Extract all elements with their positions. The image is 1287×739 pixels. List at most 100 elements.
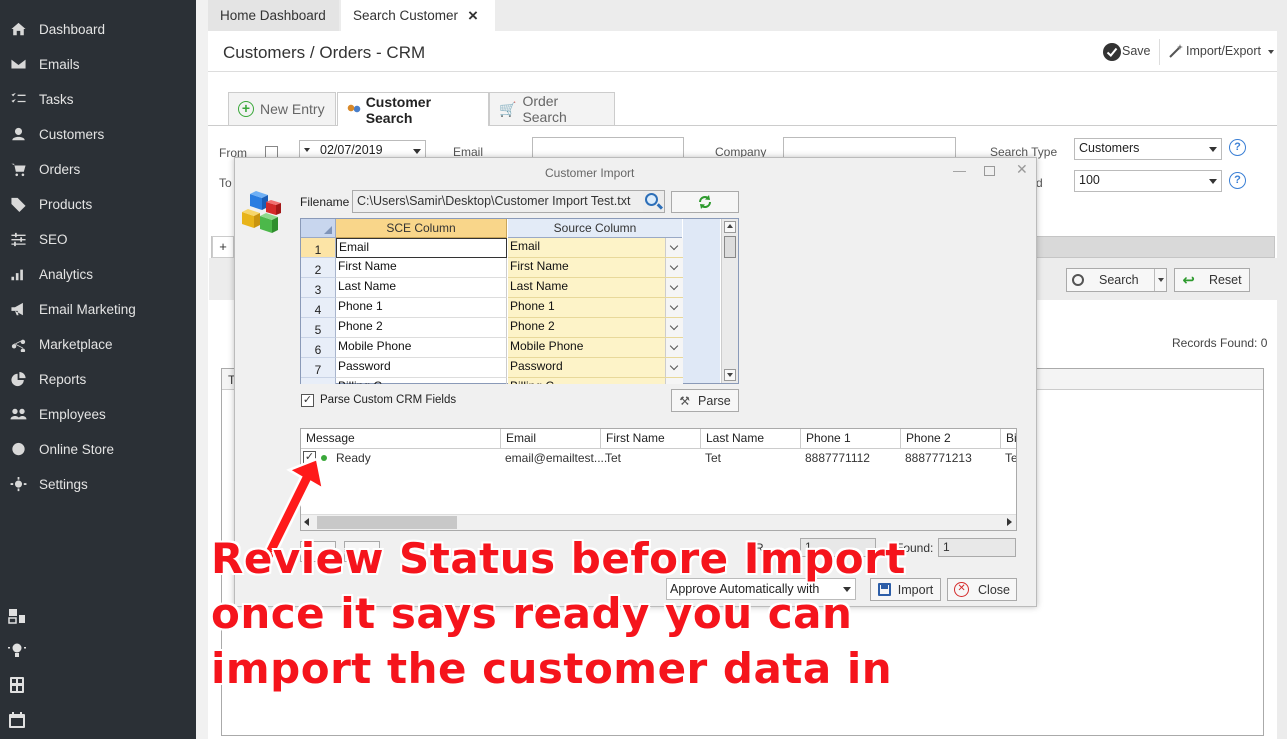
browse-search-icon[interactable] — [643, 191, 664, 212]
dialog-title: Customer Import — [545, 166, 635, 180]
chevron-down-icon[interactable] — [665, 258, 683, 277]
calculator-icon[interactable] — [8, 677, 26, 693]
source-cell[interactable]: Email — [508, 238, 683, 258]
tab-order-search[interactable]: 🛒 Order Search — [489, 92, 615, 125]
sce-cell[interactable]: Last Name — [336, 278, 507, 298]
sidebar-item-emails[interactable]: Emails — [0, 47, 196, 82]
layout-icon[interactable] — [8, 608, 26, 624]
gear-icon — [9, 477, 27, 493]
lightbulb-icon[interactable] — [8, 642, 26, 658]
sce-cell[interactable]: Email — [336, 238, 507, 258]
sidebar-item-settings[interactable]: Settings — [0, 467, 196, 502]
filename-field[interactable]: C:\Users\Samir\Desktop\Customer Import T… — [352, 190, 665, 213]
close-circle-icon: ✕ — [954, 582, 970, 597]
user-icon — [9, 127, 27, 143]
chevron-down-icon[interactable] — [665, 358, 683, 377]
sce-cell[interactable]: Password — [336, 358, 507, 378]
sidebar-item-online-store[interactable]: Online Store — [0, 432, 196, 467]
search-button[interactable]: Search — [1066, 268, 1167, 292]
chevron-down-icon[interactable] — [665, 278, 683, 297]
list-header-phone1: Phone 1 — [801, 429, 901, 448]
table-row[interactable]: 3 Last Name Last Name — [301, 278, 683, 298]
refresh-button[interactable] — [671, 191, 739, 213]
minimize-icon[interactable]: — — [953, 163, 966, 178]
annotation-line-1: Review Status before Import — [211, 534, 906, 583]
sidebar-item-seo[interactable]: SEO — [0, 222, 196, 257]
sidebar-item-employees[interactable]: Employees — [0, 397, 196, 432]
cubes-icon — [238, 190, 286, 238]
tab-home-dashboard[interactable]: Home Dashboard — [208, 0, 339, 31]
count-select[interactable]: 100 — [1074, 170, 1222, 192]
row-email: email@emailtest.... — [505, 451, 608, 465]
source-cell[interactable]: Last Name — [508, 278, 683, 298]
sidebar-item-tasks[interactable]: Tasks — [0, 82, 196, 117]
list-header-first-name: First Name — [601, 429, 701, 448]
sce-cell[interactable]: Phone 1 — [336, 298, 507, 318]
chevron-down-icon[interactable] — [665, 318, 683, 337]
parse-custom-label: Parse Custom CRM Fields — [320, 394, 457, 406]
list-item[interactable]: ✓ Ready email@emailtest.... Tet Tet 8887… — [301, 449, 1016, 469]
row-number: 3 — [301, 278, 336, 298]
source-cell[interactable]: Password — [508, 358, 683, 378]
globe-icon — [9, 442, 27, 458]
source-cell[interactable]: Billing C... — [508, 378, 683, 384]
chevron-down-icon[interactable] — [665, 298, 683, 317]
reset-button[interactable]: ↩ Reset — [1174, 268, 1250, 292]
sidebar-item-products[interactable]: Products — [0, 187, 196, 222]
pie-chart-icon — [9, 372, 27, 388]
list-hscrollbar[interactable] — [301, 514, 1016, 530]
search-type-select[interactable]: Customers — [1074, 138, 1222, 160]
magic-wand-icon: ⚒ — [679, 393, 691, 408]
cart-icon: 🛒 — [499, 100, 517, 117]
chevron-down-icon[interactable] — [665, 378, 683, 384]
table-row[interactable]: 4 Phone 1 Phone 1 — [301, 298, 683, 318]
tab-new-entry[interactable]: + New Entry — [228, 92, 336, 125]
sidebar-item-marketplace[interactable]: Marketplace — [0, 327, 196, 362]
parse-custom-checkbox[interactable]: ✓ — [301, 394, 314, 407]
row-number: 2 — [301, 258, 336, 278]
table-row[interactable]: Billing C...Billing C... — [301, 378, 683, 384]
table-row[interactable]: 7 Password Password — [301, 358, 683, 378]
source-cell[interactable]: Mobile Phone — [508, 338, 683, 358]
chevron-down-icon[interactable] — [665, 238, 683, 257]
sidebar-item-label: Online Store — [39, 442, 115, 457]
tab-customer-search[interactable]: Customer Search — [337, 92, 489, 126]
row-phone2: 8887771213 — [905, 451, 972, 465]
calendar-icon[interactable] — [8, 712, 26, 728]
table-row[interactable]: 5 Phone 2 Phone 2 — [301, 318, 683, 338]
sidebar-item-analytics[interactable]: Analytics — [0, 257, 196, 292]
sidebar-item-reports[interactable]: Reports — [0, 362, 196, 397]
source-cell[interactable]: Phone 2 — [508, 318, 683, 338]
list-header-message: Message — [301, 429, 501, 448]
sce-cell[interactable]: Billing C... — [336, 378, 507, 384]
table-row[interactable]: 1 Email Email — [301, 238, 683, 258]
sce-cell[interactable]: Mobile Phone — [336, 338, 507, 358]
sidebar-item-dashboard[interactable]: Dashboard — [0, 12, 196, 47]
help-icon[interactable]: ? — [1229, 172, 1246, 189]
table-row[interactable]: 2 First Name First Name — [301, 258, 683, 278]
annotation-line-3: import the customer data in — [211, 644, 893, 693]
import-export-button[interactable]: Import/Export — [1186, 44, 1261, 58]
save-button[interactable]: Save — [1122, 44, 1151, 58]
tab-search-customer[interactable]: Search Customer × — [341, 0, 495, 31]
table-row[interactable]: 6 Mobile Phone Mobile Phone — [301, 338, 683, 358]
sidebar-item-label: Reports — [39, 372, 87, 387]
sidebar-item-orders[interactable]: Orders — [0, 152, 196, 187]
sidebar-item-email-marketing[interactable]: Email Marketing — [0, 292, 196, 327]
help-icon[interactable]: ? — [1229, 139, 1246, 156]
sce-cell[interactable]: First Name — [336, 258, 507, 278]
tab-close-icon[interactable]: × — [468, 0, 478, 31]
close-icon[interactable]: ✕ — [1016, 161, 1028, 178]
bar-chart-icon — [9, 267, 27, 283]
parse-button[interactable]: ⚒ Parse — [671, 389, 739, 412]
sidebar-item-customers[interactable]: Customers — [0, 117, 196, 152]
expand-button[interactable]: + — [212, 236, 234, 258]
maximize-icon[interactable] — [984, 166, 995, 176]
grid-scrollbar[interactable] — [721, 219, 738, 383]
source-cell[interactable]: Phone 1 — [508, 298, 683, 318]
close-button[interactable]: ✕ Close — [947, 578, 1017, 601]
to-label: To — [219, 176, 232, 190]
sce-cell[interactable]: Phone 2 — [336, 318, 507, 338]
source-cell[interactable]: First Name — [508, 258, 683, 278]
chevron-down-icon[interactable] — [665, 338, 683, 357]
